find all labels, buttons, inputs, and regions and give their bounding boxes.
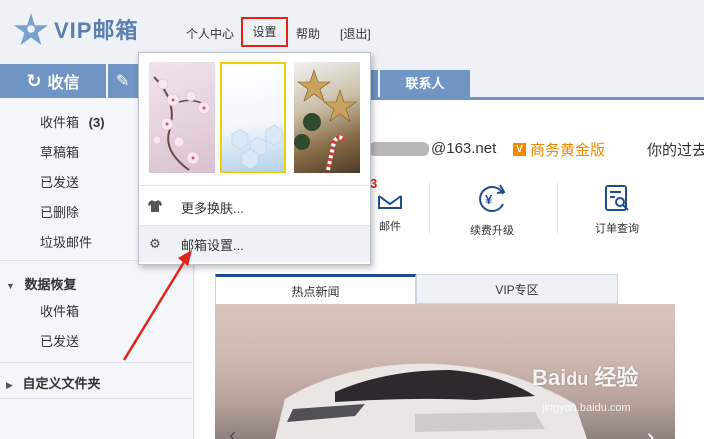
nav-help[interactable]: 帮助 — [296, 25, 320, 42]
section-title: 数据恢复 — [24, 277, 77, 292]
renew-yuan-icon: ¥ — [479, 184, 506, 212]
quick-action-orders[interactable]: 订单查询 — [587, 182, 647, 236]
triangle-down-icon: ▼ — [6, 281, 15, 291]
sidebar-item-recovery-inbox[interactable]: 收件箱 — [40, 301, 79, 320]
order-search-icon — [605, 185, 629, 211]
chevron-left-icon[interactable]: ‹ — [229, 422, 236, 439]
section-title: 自定义文件夹 — [22, 376, 101, 391]
vip-badge[interactable]: V 商务黄金版 — [513, 139, 605, 160]
gear-icon: ⚙ — [149, 236, 161, 251]
section-data-recovery[interactable]: ▼ 数据恢复 — [6, 274, 77, 293]
refresh-icon: ↻ — [26, 70, 42, 91]
nav-settings[interactable]: 设置 — [243, 19, 286, 45]
receive-button[interactable]: ↻ 收信 — [0, 64, 106, 98]
nav-logout[interactable]: [退出] — [340, 25, 371, 42]
compose-icon: ✎ — [116, 73, 130, 90]
email-domain: @163.net — [431, 140, 497, 157]
section-custom-folder[interactable]: ▶ 自定义文件夹 — [6, 373, 101, 392]
skin-thumbnail-white-selected[interactable] — [220, 62, 286, 173]
menu-item-label: 更多换肤... — [181, 200, 244, 216]
sidebar-item-spam[interactable]: 垃圾邮件 — [40, 232, 92, 251]
skin-thumbnail-blossom[interactable] — [149, 62, 215, 173]
past-text: 你的过去 — [647, 142, 704, 159]
logo[interactable]: VIP邮箱 — [12, 10, 138, 48]
divider — [0, 362, 194, 363]
quick-action-label: 订单查询 — [595, 223, 639, 235]
christmas-pattern — [294, 69, 357, 171]
divider — [429, 182, 430, 234]
receive-label: 收信 — [47, 75, 80, 92]
tab-vip-zone[interactable]: VIP专区 — [416, 274, 618, 304]
quick-action-label: 续费升级 — [470, 225, 514, 237]
sidebar-item-drafts[interactable]: 草稿箱 — [40, 142, 79, 161]
logo-star-icon — [13, 12, 49, 46]
watermark-url: jingyan.baidu.com — [542, 402, 631, 414]
folder-label: 收件箱 — [40, 115, 80, 130]
quick-action-mail[interactable]: 邮件 — [365, 182, 415, 234]
blossom-pattern — [152, 76, 211, 171]
account-email: @163.net — [369, 140, 496, 157]
svg-text:¥: ¥ — [485, 192, 493, 207]
menu-item-label: 邮箱设置... — [181, 237, 244, 253]
menu-divider — [139, 185, 370, 186]
sidebar-item-sent[interactable]: 已发送 — [40, 172, 79, 191]
nav-settings-highlight[interactable]: 设置 — [241, 17, 288, 47]
vip-label: 商务黄金版 — [530, 142, 606, 159]
inbox-count: (3) — [88, 115, 105, 130]
sidebar-item-deleted[interactable]: 已删除 — [40, 202, 79, 221]
news-tabs: 热点新闻 VIP专区 — [215, 274, 618, 304]
sidebar-item-inbox[interactable]: 收件箱 (3) — [40, 112, 105, 131]
watermark-logo: Baidu 经验 — [532, 365, 639, 390]
sidebar-item-recovery-sent[interactable]: 已发送 — [40, 331, 79, 350]
menu-item-mail-settings[interactable]: ⚙ 邮箱设置... — [139, 226, 370, 262]
skin-thumbnail-christmas[interactable] — [294, 62, 360, 173]
quick-action-renew[interactable]: ¥ 续费升级 — [457, 182, 527, 238]
quick-action-label: 邮件 — [379, 221, 401, 233]
vip-icon: V — [513, 143, 526, 156]
nav-personal-center[interactable]: 个人中心 — [186, 25, 234, 42]
tshirt-icon — [147, 199, 163, 215]
email-redacted — [369, 142, 429, 157]
hexagon-pattern — [231, 124, 283, 170]
tab-previous[interactable] — [370, 70, 378, 97]
top-nav: 个人中心 — [186, 25, 248, 42]
logo-text: VIP邮箱 — [54, 18, 139, 43]
divider — [557, 182, 558, 234]
settings-dropdown: 更多换肤... ⚙ 邮箱设置... — [138, 52, 371, 265]
tab-contacts[interactable]: 联系人 — [380, 70, 470, 97]
triangle-right-icon: ▶ — [6, 380, 13, 390]
divider — [0, 398, 194, 399]
chevron-right-icon[interactable]: › — [647, 424, 654, 439]
mail-icon — [378, 195, 402, 209]
menu-item-more-skins[interactable]: 更多换肤... — [139, 189, 370, 225]
tab-hot-news[interactable]: 热点新闻 — [215, 274, 416, 304]
